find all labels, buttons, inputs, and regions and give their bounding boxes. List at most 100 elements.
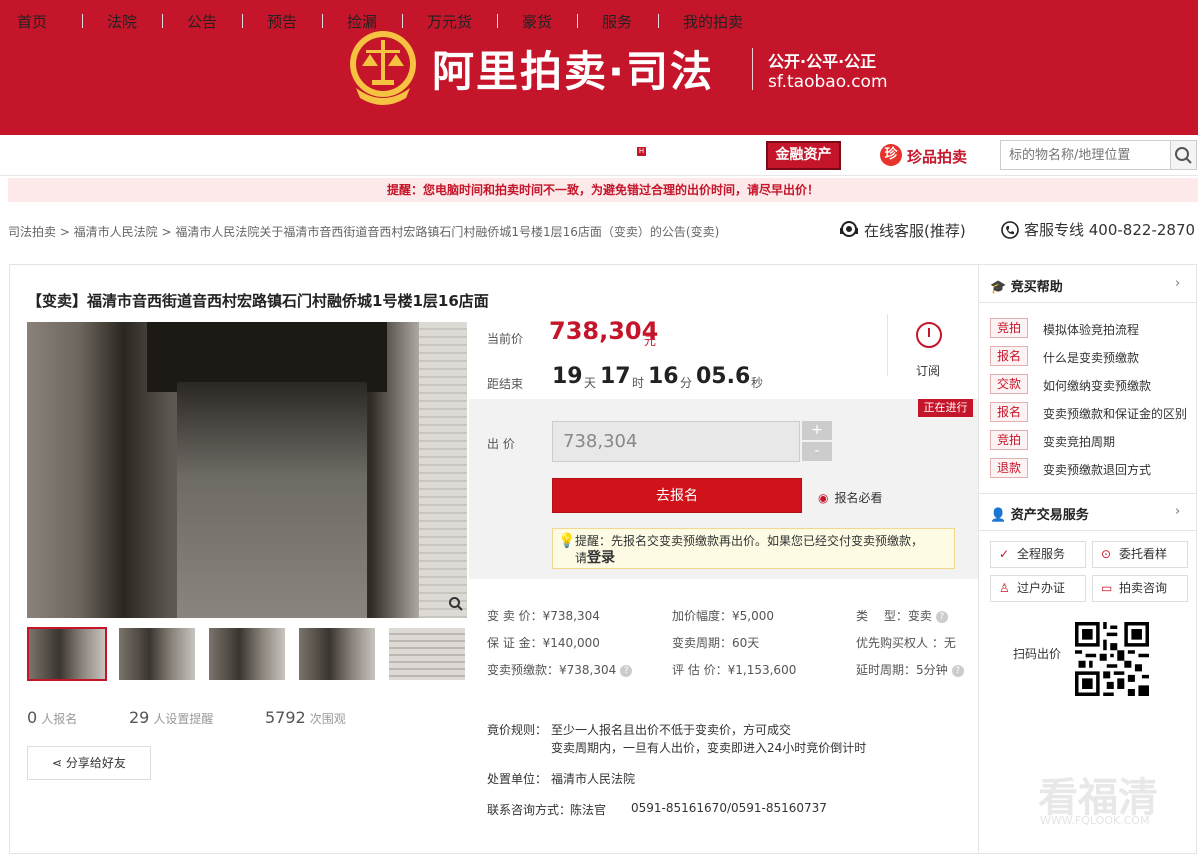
service-full-label: 全程服务: [1017, 547, 1066, 561]
help-title-label: 竞买帮助: [1010, 280, 1063, 295]
prepayment: 变卖预缴款：¥738,304?: [487, 661, 633, 678]
signup-stat: 0 人报名: [27, 708, 77, 727]
notice-login-prefix: 请: [575, 551, 588, 565]
help-tag: 竞拍: [990, 430, 1028, 450]
extension-period-text: 延时周期：5分钟: [856, 663, 948, 677]
nav-divider: [402, 14, 403, 28]
help-link[interactable]: 如何缴纳变卖预缴款: [1043, 377, 1151, 394]
service-full[interactable]: ✓ 全程服务: [990, 541, 1086, 568]
check-circle-icon: ✓: [999, 547, 1010, 561]
view-stat: 5792 次围观: [265, 708, 346, 727]
alarm-clock-icon[interactable]: [916, 322, 942, 348]
countdown-seconds-unit: 秒: [751, 376, 764, 390]
sale-period: 变卖周期：60天: [672, 636, 760, 650]
help-icon[interactable]: ?: [620, 664, 633, 677]
qr-code-icon[interactable]: [1075, 622, 1149, 696]
contact-phone: 0591-85161670/0591-85160737: [631, 801, 827, 815]
service-consult[interactable]: ▭ 拍卖咨询: [1092, 575, 1188, 602]
asset-section-title[interactable]: 👤 资产交易服务: [990, 504, 1089, 523]
service-transfer-label: 过户办证: [1017, 581, 1066, 595]
nav-bargain[interactable]: 捡漏: [347, 11, 377, 32]
bid-label: 出 价: [487, 437, 515, 451]
nav-divider: [82, 14, 83, 28]
item-main-photo[interactable]: [27, 322, 467, 618]
nav-my-auctions[interactable]: 我的拍卖: [683, 11, 743, 32]
user-icon: 👤: [990, 508, 1011, 523]
breadcrumb[interactable]: 司法拍卖 > 福清市人民法院 > 福清市人民法院关于福清市音西街道音西村宏路镇石…: [8, 223, 719, 240]
must-read-link[interactable]: ◉ 报名必看: [818, 489, 883, 506]
countdown-hours: 17: [600, 364, 631, 389]
customer-service-icon: [840, 221, 858, 237]
bid-increase-button[interactable]: +: [802, 421, 832, 440]
current-price-label: 当前价: [487, 332, 524, 346]
search-input[interactable]: [1000, 140, 1171, 170]
service-viewing[interactable]: ⊙ 委托看样: [1092, 541, 1188, 568]
remind-stat-label: 人设置提醒: [153, 712, 214, 726]
help-link[interactable]: 模拟体验竞拍流程: [1043, 321, 1139, 338]
subscribe-button[interactable]: 订阅: [916, 362, 940, 379]
search-icon: [1175, 147, 1192, 164]
help-icon[interactable]: ?: [951, 664, 964, 677]
brand-domain: sf.taobao.com: [768, 72, 888, 92]
time-warning-banner: 提醒：您电脑时间和拍卖时间不一致，为避免错过合理的出价时间，请尽早出价！: [8, 178, 1198, 202]
bid-rule-label: 竟价规则：: [487, 723, 548, 737]
price-unit: 元: [644, 334, 657, 348]
chevron-right-icon[interactable]: ›: [1175, 504, 1180, 519]
hotline: 客服专线 400-822-2870: [1000, 219, 1195, 240]
help-link[interactable]: 变卖竞拍周期: [1043, 433, 1115, 450]
help-link[interactable]: 什么是变卖预缴款: [1043, 349, 1139, 366]
help-section-title[interactable]: 🎓 竞买帮助: [990, 276, 1063, 295]
bid-notice: 💡 提醒：先报名交变卖预缴款再出价。如果您已经交付变卖预缴款， 请登录: [552, 528, 955, 569]
nav-zhenpin[interactable]: 珍品拍卖: [907, 146, 967, 167]
share-button[interactable]: ⋖ 分享给好友: [27, 746, 151, 780]
chat-icon: ▭: [1101, 581, 1113, 595]
share-icon: ⋖: [52, 756, 66, 770]
nav-finance-assets[interactable]: 金融资产: [766, 141, 841, 170]
subscribe-divider: [887, 314, 888, 376]
status-badge: 正在进行: [918, 399, 973, 417]
login-link[interactable]: 登录: [587, 550, 615, 566]
signup-button[interactable]: 去报名: [552, 478, 802, 513]
must-read-label: 报名必看: [834, 491, 883, 505]
lightbulb-icon: 💡: [558, 533, 576, 549]
nav-preview[interactable]: 预告: [267, 11, 297, 32]
brand-divider: [752, 48, 753, 90]
nav-divider: [322, 14, 323, 28]
countdown-minutes-unit: 分: [680, 376, 693, 390]
help-icon[interactable]: ?: [935, 610, 948, 623]
zoom-icon[interactable]: [445, 596, 467, 618]
online-service-label: 在线客服(推荐): [864, 221, 966, 240]
help-link[interactable]: 变卖预缴款退回方式: [1043, 461, 1151, 478]
countdown-seconds: 05.6: [696, 364, 751, 389]
online-service-link[interactable]: 在线客服(推荐): [838, 219, 966, 241]
nav-service[interactable]: 服务: [602, 11, 632, 32]
coins-icon: ◉: [818, 491, 829, 505]
nav-home[interactable]: 首页: [17, 11, 47, 32]
watermark-url: WWW.FQLOOK.COM: [1040, 814, 1150, 827]
thumbnail-2[interactable]: [119, 628, 195, 680]
thumbnail-5[interactable]: [389, 628, 465, 680]
signup-count: 0: [27, 708, 38, 727]
bid-decrease-button[interactable]: -: [802, 442, 832, 461]
nav-announcement[interactable]: 公告: [187, 11, 217, 32]
bid-price-input[interactable]: [552, 421, 800, 462]
nav-court[interactable]: 法院: [107, 11, 137, 32]
nav-wanyuan[interactable]: 万元货: [427, 11, 472, 32]
zhenpin-logo-icon: 珍: [880, 144, 902, 166]
nav-luxury[interactable]: 豪货: [522, 11, 552, 32]
thumbnail-1[interactable]: [27, 627, 107, 681]
chevron-right-icon[interactable]: ›: [1175, 276, 1180, 291]
brand-title[interactable]: 阿里拍卖·司法: [432, 38, 714, 99]
search-button[interactable]: [1171, 140, 1197, 170]
bid-increment: 加价幅度：¥5,000: [672, 609, 774, 623]
help-link[interactable]: 变卖预缴款和保证金的区别: [1043, 405, 1187, 422]
thumbnail-3[interactable]: [209, 628, 285, 680]
service-transfer[interactable]: ♙ 过户办证: [990, 575, 1086, 602]
thumbnail-4[interactable]: [299, 628, 375, 680]
nav-divider: [497, 14, 498, 28]
deposit: 保 证 金：¥140,000: [487, 636, 600, 650]
share-label: 分享给好友: [65, 756, 126, 770]
view-count: 5792: [265, 708, 306, 727]
help-tag: 报名: [990, 346, 1028, 366]
sidebar-divider: [979, 493, 1196, 494]
